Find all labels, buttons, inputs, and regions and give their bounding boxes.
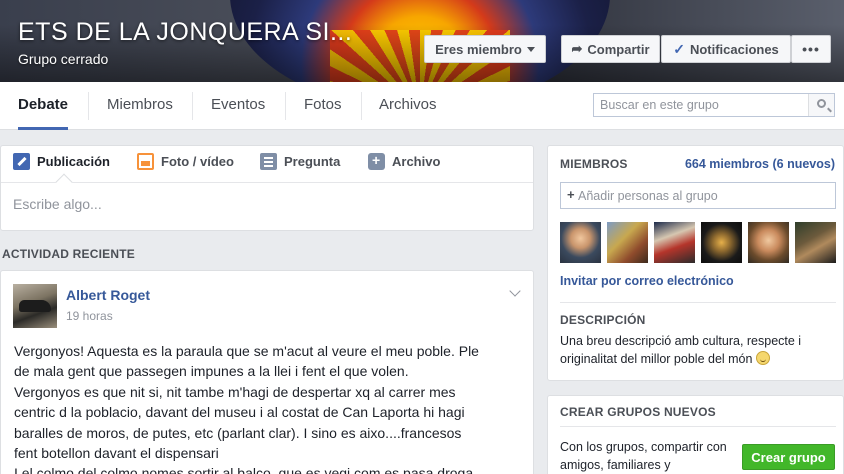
- group-privacy: Grupo cerrado: [18, 51, 109, 67]
- invite-by-email-link[interactable]: Invitar por correo electrónico: [560, 274, 734, 288]
- member-button-label: Eres miembro: [435, 41, 522, 57]
- caret-down-icon: [526, 46, 535, 52]
- composer-input[interactable]: Escribe algo...: [13, 196, 102, 212]
- checkmark-icon: ✓: [673, 40, 685, 57]
- create-groups-label: CREAR GRUPOS NUEVOS: [560, 405, 716, 419]
- composer-tab-archivo[interactable]: Archivo: [368, 152, 440, 170]
- composer-tab-publicacion[interactable]: Publicación: [13, 153, 110, 170]
- tab-miembros[interactable]: Miembros: [107, 82, 173, 130]
- post-timestamp[interactable]: 19 horas: [66, 309, 113, 323]
- search-placeholder: Buscar en este grupo: [600, 98, 719, 112]
- share-arrow-icon: ➦: [571, 41, 583, 56]
- group-search-input[interactable]: Buscar en este grupo: [593, 93, 835, 117]
- share-button[interactable]: ➦ Compartir: [561, 35, 660, 63]
- post-composer: Publicación Foto / vídeo Pregunta Archiv…: [0, 145, 534, 231]
- members-count-link[interactable]: 664 miembros (6 nuevos): [685, 157, 835, 171]
- share-button-label: Compartir: [587, 41, 650, 57]
- group-description: Una breu descripció amb cultura, respect…: [560, 334, 802, 366]
- create-groups-panel: CREAR GRUPOS NUEVOS Con los grupos, comp…: [547, 395, 844, 474]
- search-button[interactable]: [808, 94, 834, 116]
- tab-fotos[interactable]: Fotos: [304, 82, 342, 130]
- search-icon: [817, 99, 826, 108]
- description-label: DESCRIPCIÓN: [560, 313, 646, 327]
- create-groups-text: Con los grupos, compartir con amigos, fa…: [560, 440, 727, 472]
- smiley-emoji-icon: [755, 351, 770, 365]
- tab-archivos[interactable]: Archivos: [379, 82, 437, 130]
- post-body: Vergonyos! Aquesta es la paraula que se …: [14, 343, 479, 474]
- group-cover-photo: ETS DE LA JONQUERA SI... Grupo cerrado E…: [0, 0, 844, 82]
- composer-tab-pregunta[interactable]: Pregunta: [260, 153, 340, 170]
- file-add-icon: [368, 152, 385, 170]
- recent-activity-heading: ACTIVIDAD RECIENTE: [2, 247, 135, 261]
- members-label: MIEMBROS: [560, 157, 628, 171]
- composer-tab-foto-video[interactable]: Foto / vídeo: [137, 153, 234, 170]
- create-group-button[interactable]: Crear grupo: [742, 444, 835, 470]
- post-options-chevron-icon[interactable]: [509, 285, 521, 297]
- feed-post: Albert Roget 19 horas Vergonyos! Aquesta…: [0, 270, 534, 474]
- plus-icon: +: [567, 187, 575, 202]
- member-avatar[interactable]: [560, 222, 601, 263]
- tab-eventos[interactable]: Eventos: [211, 82, 265, 130]
- notifications-button[interactable]: ✓ Notificaciones: [661, 35, 791, 63]
- notifications-button-label: Notificaciones: [689, 41, 779, 57]
- more-options-button[interactable]: •••: [791, 35, 831, 63]
- member-avatar[interactable]: [654, 222, 695, 263]
- tab-debate[interactable]: Debate: [18, 82, 69, 130]
- member-avatar[interactable]: [607, 222, 648, 263]
- more-dots-icon: •••: [802, 41, 820, 57]
- members-panel: MIEMBROS 664 miembros (6 nuevos) + Añadi…: [547, 145, 844, 381]
- question-list-icon: [260, 153, 277, 170]
- photo-icon: [137, 153, 154, 170]
- group-title[interactable]: ETS DE LA JONQUERA SI...: [18, 18, 352, 47]
- add-people-input[interactable]: + Añadir personas al grupo: [560, 182, 836, 209]
- member-avatar[interactable]: [748, 222, 789, 263]
- pencil-icon: [13, 153, 30, 170]
- author-avatar[interactable]: [13, 284, 57, 328]
- post-author[interactable]: Albert Roget: [66, 287, 150, 303]
- member-avatar[interactable]: [795, 222, 836, 263]
- member-avatar[interactable]: [701, 222, 742, 263]
- member-button[interactable]: Eres miembro: [424, 35, 546, 63]
